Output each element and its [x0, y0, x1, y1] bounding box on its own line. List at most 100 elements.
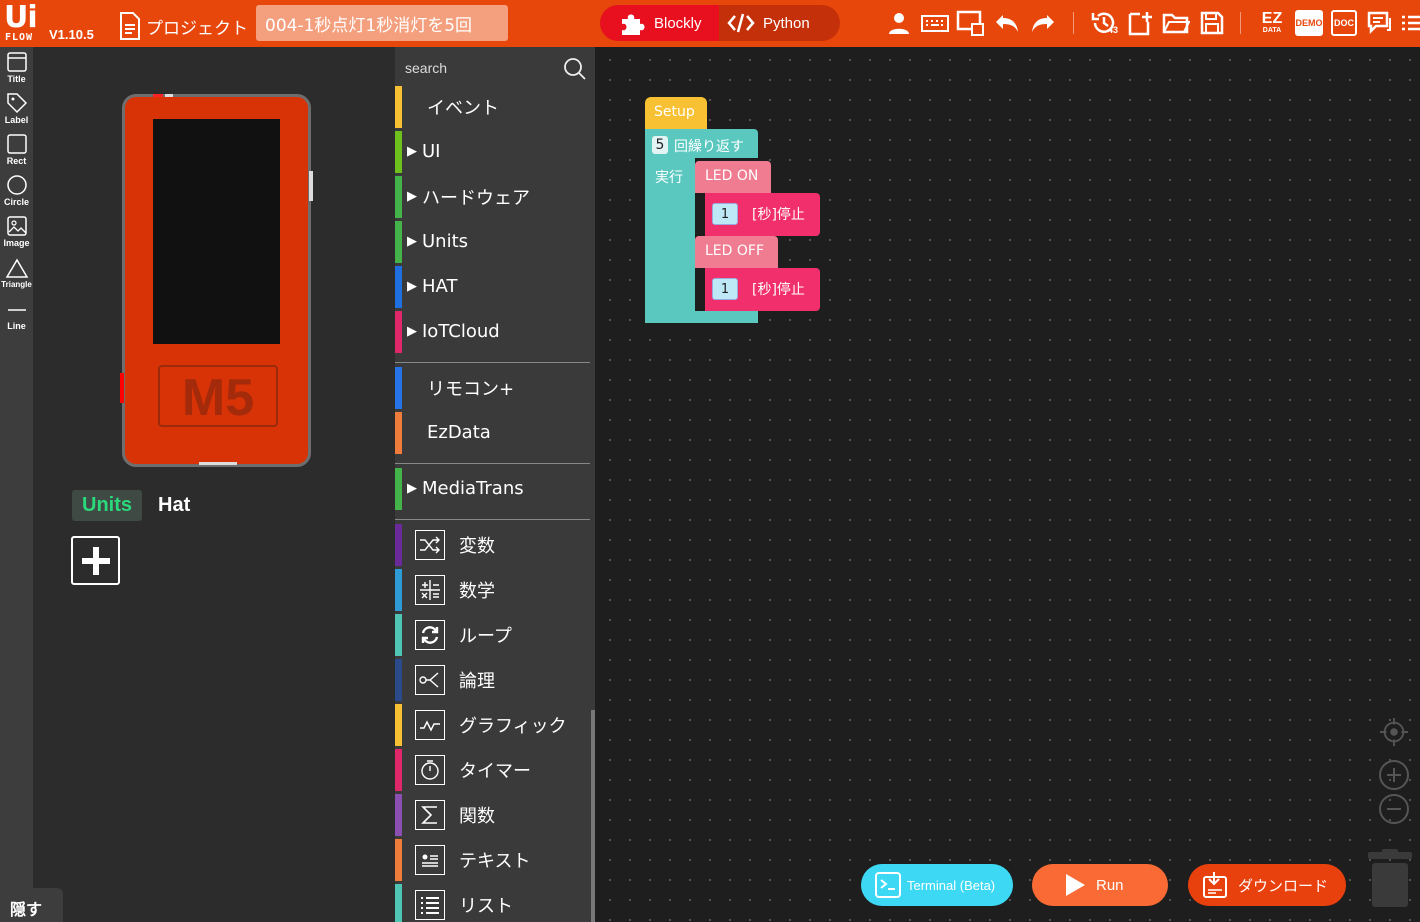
save-icon[interactable] [1198, 9, 1226, 37]
terminal-label: Terminal (Beta) [907, 877, 996, 893]
rail-item-label-tool[interactable]: Label [0, 92, 33, 132]
ez-label: EZ [1261, 10, 1283, 27]
category-ui[interactable]: ▶ UI [395, 129, 590, 174]
tab-hat[interactable]: Hat [148, 490, 200, 521]
category-math[interactable]: 数学 [395, 567, 590, 612]
wait-seconds-block[interactable]: 1 [秒]停止 [695, 268, 820, 311]
category-label: EzData [427, 422, 491, 443]
rail-item-circle[interactable]: Circle [0, 174, 33, 214]
label-tag-icon [6, 93, 27, 114]
category-variables[interactable]: 変数 [395, 522, 590, 567]
category-label: 関数 [459, 805, 495, 827]
project-menu-button[interactable]: プロジェクト [118, 11, 248, 41]
device-screen-icon[interactable] [956, 9, 984, 37]
expand-arrow-icon: ▶ [407, 189, 417, 204]
user-icon[interactable] [885, 9, 913, 37]
setup-block[interactable]: Setup [645, 97, 707, 129]
keyboard-icon[interactable] [921, 9, 949, 37]
undo-icon[interactable] [993, 9, 1021, 37]
trash-icon[interactable] [1368, 849, 1412, 913]
category-color-bar [395, 523, 402, 566]
rail-item-label: Line [7, 321, 26, 331]
led-on-block[interactable]: LED ON [695, 161, 771, 193]
doc-icon[interactable]: DOC [1331, 10, 1357, 36]
category-logic[interactable]: 論理 [395, 657, 590, 702]
category-color-bar [395, 568, 402, 611]
category-functions[interactable]: 関数 [395, 792, 590, 837]
category-graphic[interactable]: グラフィック [395, 702, 590, 747]
category-mediatrans[interactable]: ▶ MediaTrans [395, 466, 590, 511]
category-ezdata[interactable]: EzData [395, 410, 590, 455]
expand-arrow-icon: ▶ [407, 234, 417, 249]
menu-icon[interactable] [1402, 9, 1420, 37]
rail-item-rect[interactable]: Rect [0, 133, 33, 173]
category-iotcloud[interactable]: ▶ IoTCloud [395, 309, 590, 354]
tab-units[interactable]: Units [72, 490, 142, 521]
python-mode-button[interactable]: Python [719, 5, 840, 41]
device-power-button [120, 373, 124, 403]
rail-item-title[interactable]: Title [0, 51, 33, 91]
toolbar-separator [1240, 12, 1241, 34]
download-device-icon [1203, 872, 1227, 898]
category-timer[interactable]: タイマー [395, 747, 590, 792]
category-divider [395, 362, 590, 363]
category-label: MediaTrans [422, 478, 524, 499]
category-label: 論理 [459, 670, 495, 692]
category-text[interactable]: テキスト [395, 837, 590, 882]
wait-seconds-block[interactable]: 1 [秒]停止 [695, 193, 820, 236]
search-icon[interactable] [563, 57, 587, 85]
category-search[interactable]: search [395, 47, 595, 87]
rail-item-triangle[interactable]: Triangle [0, 257, 33, 297]
device-screen[interactable] [153, 119, 280, 344]
project-menu-label: プロジェクト [146, 18, 248, 39]
category-remote[interactable]: リモコン+ [395, 365, 590, 410]
demo-icon[interactable]: DEMO [1295, 10, 1323, 36]
new-file-icon[interactable] [1126, 9, 1154, 37]
repeat-count-field[interactable]: 5 [652, 136, 668, 154]
rail-item-image[interactable]: Image [0, 215, 33, 255]
rail-item-line[interactable]: Line [0, 298, 33, 338]
category-color-bar [395, 748, 402, 791]
history-icon[interactable]: 43 [1090, 9, 1118, 37]
category-label: テキスト [459, 850, 531, 872]
blockly-workspace[interactable]: Setup 5 回繰り返す 実行 LED ON 1 [秒]停止 LED OFF … [595, 47, 1420, 922]
loop-icon [415, 619, 445, 650]
search-input[interactable]: search [405, 60, 447, 76]
open-folder-icon[interactable] [1162, 9, 1190, 37]
wait-seconds-input[interactable]: 1 [712, 203, 738, 225]
category-label: グラフィック [459, 715, 567, 737]
recenter-icon[interactable] [1379, 717, 1409, 747]
zoom-in-icon[interactable] [1379, 760, 1409, 790]
category-label: 変数 [459, 535, 495, 557]
project-name-field[interactable]: 004-1秒点灯1秒消灯を5回 [256, 5, 508, 41]
terminal-button[interactable]: Terminal (Beta) [861, 864, 1013, 906]
chat-icon[interactable] [1366, 9, 1394, 37]
add-unit-button[interactable] [71, 536, 120, 585]
category-hardware[interactable]: ▶ ハードウェア [395, 174, 590, 219]
code-icon [727, 13, 755, 33]
line-icon [7, 309, 26, 311]
toolbar-separator [1073, 12, 1074, 34]
category-color-bar [395, 175, 402, 218]
history-count: 43 [1108, 25, 1119, 35]
led-off-block[interactable]: LED OFF [695, 236, 778, 268]
run-button[interactable]: Run [1032, 864, 1168, 906]
category-color-bar [395, 130, 402, 173]
expand-arrow-icon: ▶ [407, 481, 417, 496]
category-hat[interactable]: ▶ HAT [395, 264, 590, 309]
top-toolbar: Ui FLOW V1.10.5 プロジェクト 004-1秒点灯1秒消灯を5回 B… [0, 0, 1420, 47]
category-event[interactable]: イベント [395, 84, 590, 129]
ez-data-icon[interactable]: EZ DATA [1258, 9, 1286, 37]
redo-icon[interactable] [1029, 9, 1057, 37]
zoom-out-icon[interactable] [1379, 794, 1409, 824]
category-units[interactable]: ▶ Units [395, 219, 590, 264]
graph-icon [415, 709, 445, 740]
category-loop[interactable]: ループ [395, 612, 590, 657]
category-label: 数学 [459, 580, 495, 602]
category-color-bar [395, 658, 402, 701]
wait-seconds-input[interactable]: 1 [712, 278, 738, 300]
download-button[interactable]: ダウンロード [1188, 864, 1346, 906]
blockly-mode-button[interactable]: Blockly [600, 5, 719, 41]
hide-panel-button[interactable]: 隠す [0, 888, 63, 922]
category-list[interactable]: リスト [395, 882, 590, 922]
